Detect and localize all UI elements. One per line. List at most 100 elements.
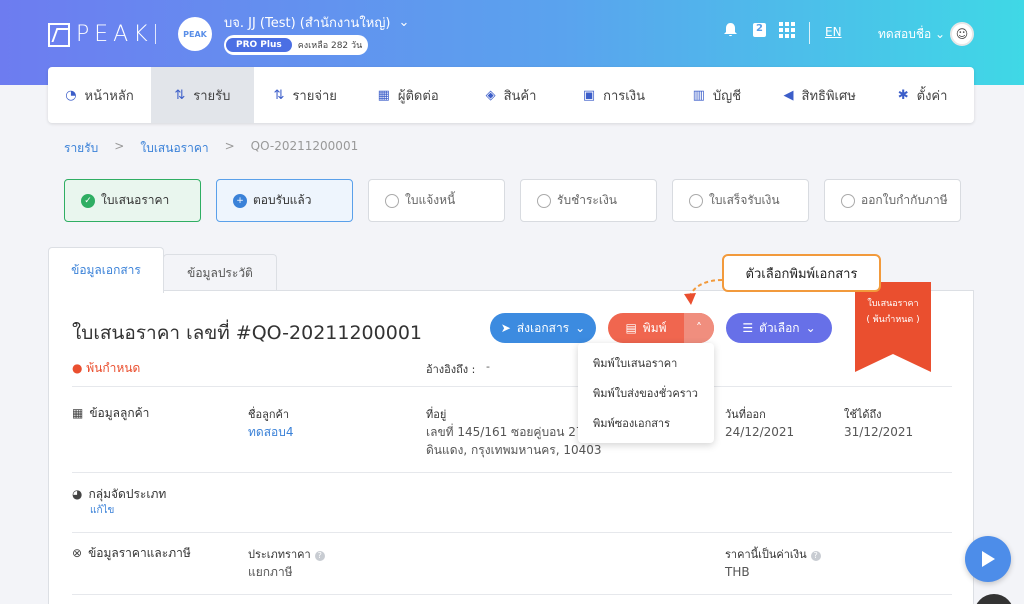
nav-label: ผู้ติดต่อ — [397, 88, 439, 104]
user-menu[interactable]: ทดสอบชื่อ ⌄ — [878, 25, 945, 44]
circle-icon — [385, 193, 399, 208]
plus-icon: + — [233, 193, 247, 208]
print-button[interactable]: ▤ พิมพ์ ˄ — [608, 313, 714, 343]
avatar[interactable]: ☺ — [950, 22, 974, 46]
pie-chart-icon: ◕ — [72, 487, 83, 501]
nav-item-products[interactable]: ◈ สินค้า — [460, 67, 563, 123]
nav-item-privileges[interactable]: ◀ สิทธิพิเศษ — [768, 67, 871, 123]
divider — [72, 594, 952, 595]
page-title: ใบเสนอราคา เลขที่ #QO-20211200001 — [72, 322, 422, 344]
reference-label: อ้างอิงถึง : — [426, 363, 476, 376]
price-type-value: แยกภาษี — [248, 565, 293, 579]
issue-date-value: 24/12/2021 — [725, 425, 795, 439]
chevron-down-icon: ⌄ — [935, 27, 946, 41]
nav-item-finance[interactable]: ▣ การเงิน — [562, 67, 665, 123]
step-receipt[interactable]: ใบเสร็จรับเงิน — [672, 179, 809, 222]
callout-arrow-icon — [684, 279, 723, 305]
help-icon[interactable]: ? — [810, 551, 821, 561]
language-switch[interactable]: EN — [825, 25, 842, 39]
edit-group-link[interactable]: แก้ไข — [90, 503, 114, 518]
step-label: ใบเสนอราคา — [101, 193, 170, 207]
check-icon: ✓ — [81, 193, 95, 208]
breadcrumb-separator: > — [224, 139, 235, 153]
circle-icon — [841, 193, 855, 208]
reference-value: - — [486, 360, 490, 373]
send-document-button[interactable]: ➤ ส่งเอกสาร ⌄ — [490, 313, 596, 343]
group-section-title: ◕ กลุ่มจัดประเภท — [72, 485, 166, 504]
plan-remaining: คงเหลือ 282 วัน — [297, 41, 363, 51]
chat-widget-button[interactable] — [974, 594, 1014, 604]
print-options-callout: ตัวเลือกพิมพ์เอกสาร — [722, 254, 881, 292]
menu-item-print-delivery-note[interactable]: พิมพ์ใบส่งของชั่วคราว — [578, 378, 714, 408]
send-label: ส่งเอกสาร — [516, 320, 570, 335]
valid-until-value: 31/12/2021 — [844, 425, 914, 439]
issue-date-label: วันที่ออก — [725, 408, 766, 421]
breadcrumb-separator: > — [114, 139, 125, 153]
paper-plane-icon: ➤ — [500, 321, 511, 335]
print-dropdown-menu: พิมพ์ใบเสนอราคา พิมพ์ใบส่งของชั่วคราว พิ… — [578, 343, 714, 443]
nav-label: ตั้งค่า — [916, 88, 948, 104]
expense-icon: ⇅ — [273, 87, 285, 103]
header-divider-2 — [809, 22, 810, 44]
breadcrumb-current: QO-20211200001 — [250, 139, 359, 153]
contacts-icon: ▦ — [377, 87, 390, 103]
bell-icon[interactable] — [723, 22, 738, 42]
pricing-section-title: ⊗ ข้อมูลราคาและภาษี — [72, 544, 191, 563]
section-label: ข้อมูลลูกค้า — [89, 406, 150, 420]
customer-name-link[interactable]: ทดสอบ4 — [248, 423, 294, 441]
step-payment[interactable]: รับชำระเงิน — [520, 179, 657, 222]
step-quotation[interactable]: ✓ ใบเสนอราคา — [64, 179, 201, 222]
currency-value: THB — [725, 565, 750, 579]
tab-history[interactable]: ข้อมูลประวัติ — [163, 254, 277, 291]
nav-label: หน้าหลัก — [84, 88, 134, 104]
divider — [72, 472, 952, 473]
nav-item-accounting[interactable]: ▥ บัญชี — [665, 67, 768, 123]
address-line2: ดินแดง, กรุงเทพมหานคร, 10403 — [426, 443, 602, 457]
nav-label: บัญชี — [712, 88, 742, 104]
breadcrumb: รายรับ > ใบเสนอราคา > QO-20211200001 — [64, 139, 358, 158]
menu-item-print-envelope[interactable]: พิมพ์ซองเอกสาร — [578, 408, 714, 438]
step-label: ใบเสร็จรับเงิน — [709, 193, 780, 207]
company-name: บจ. JJ (Test) (สำนักงานใหญ่) — [224, 16, 391, 31]
chevron-down-icon: ⌄ — [575, 321, 586, 335]
nav-item-contacts[interactable]: ▦ ผู้ติดต่อ — [357, 67, 460, 123]
help-icon[interactable]: ? — [314, 551, 325, 561]
step-tax-invoice[interactable]: ออกใบกำกับภาษี — [824, 179, 961, 222]
nav-label: รายรับ — [193, 88, 231, 104]
money-icon: ▣ — [582, 87, 596, 103]
workflow-steps: ✓ ใบเสนอราคา + ตอบรับแล้ว ใบแจ้งหนี้ รับชำ… — [64, 179, 961, 222]
valid-until-label: ใช้ได้ถึง — [844, 408, 882, 421]
label-text: ราคานี้เป็นค่าเงิน — [725, 548, 807, 561]
step-invoice[interactable]: ใบแจ้งหนี้ — [368, 179, 505, 222]
currency-label: ราคานี้เป็นค่าเงิน? — [725, 545, 821, 563]
nav-item-home[interactable]: ◔ หน้าหลัก — [48, 67, 151, 123]
breadcrumb-income[interactable]: รายรับ — [64, 139, 98, 158]
options-label: ตัวเลือก — [759, 320, 800, 335]
section-label: กลุ่มจัดประเภท — [88, 487, 167, 501]
video-help-button[interactable] — [965, 536, 1011, 582]
address-line1: เลขที่ 145/161 ซอยคู่บอน 27 แ — [426, 425, 596, 439]
options-button[interactable]: ☰ ตัวเลือก ⌄ — [726, 313, 832, 343]
menu-icon: ☰ — [742, 321, 754, 335]
peak-logo[interactable]: PEAK — [48, 22, 153, 47]
apps-grid-icon[interactable] — [779, 22, 795, 42]
company-selector[interactable]: บจ. JJ (Test) (สำนักงานใหญ่) ⌄ — [224, 12, 409, 33]
nav-item-income[interactable]: ⇅ รายรับ — [150, 67, 254, 123]
breadcrumb-quotation[interactable]: ใบเสนอราคา — [140, 139, 208, 158]
step-label: ออกใบกำกับภาษี — [861, 193, 948, 207]
step-accepted[interactable]: + ตอบรับแล้ว — [216, 179, 353, 222]
plan-name: PRO Plus — [226, 38, 292, 52]
play-icon — [982, 551, 995, 567]
nav-item-settings[interactable]: ✱ ตั้งค่า — [871, 67, 974, 123]
chevron-down-icon: ⌄ — [805, 321, 816, 335]
chevron-up-icon[interactable]: ˄ — [684, 313, 714, 343]
status-badge: ● พ้นกำหนด — [72, 361, 141, 375]
customer-name-label: ชื่อลูกค้า — [248, 408, 290, 421]
peak-logo-text: PEAK — [76, 22, 153, 47]
peak-logo-mark — [48, 22, 70, 47]
chevron-down-icon: ⌄ — [398, 15, 410, 30]
print-main[interactable]: ▤ พิมพ์ — [625, 319, 666, 338]
tab-document-info[interactable]: ข้อมูลเอกสาร — [48, 247, 164, 293]
menu-item-print-quotation[interactable]: พิมพ์ใบเสนอราคา — [578, 348, 714, 378]
nav-item-expense[interactable]: ⇅ รายจ่าย — [254, 67, 357, 123]
